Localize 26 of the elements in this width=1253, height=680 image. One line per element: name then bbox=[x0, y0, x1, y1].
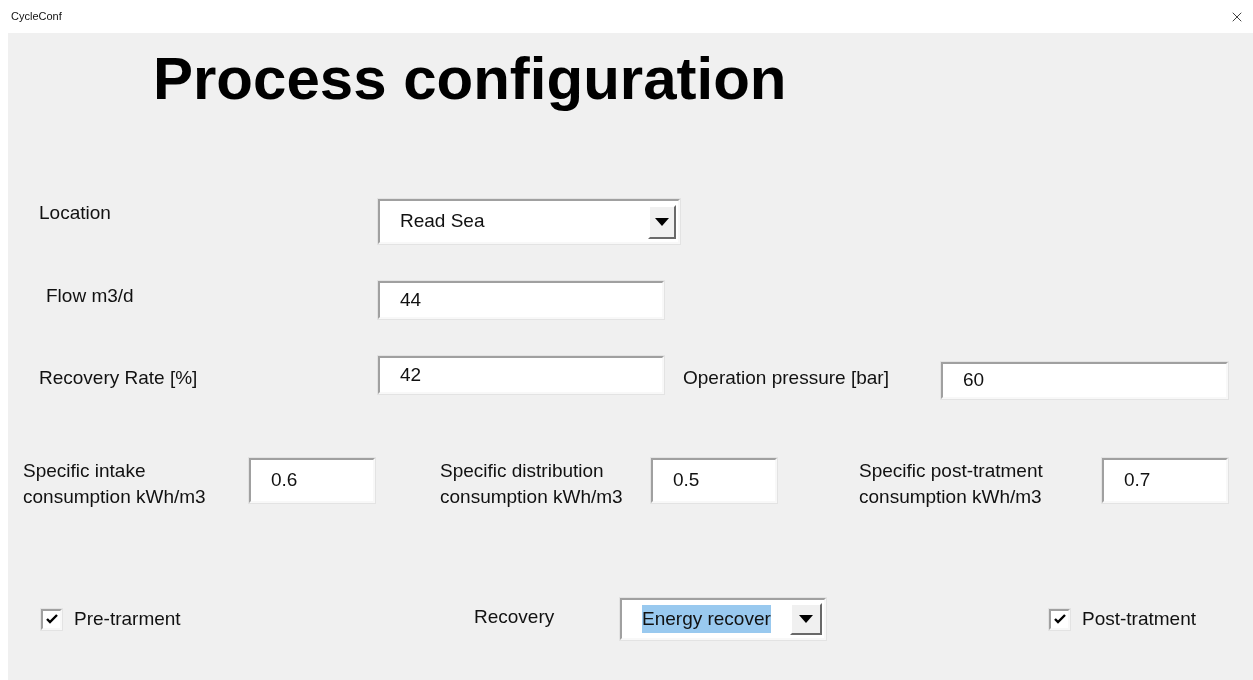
field-label: Recovery Rate [%] bbox=[39, 366, 199, 390]
recovery-dropdown[interactable]: Energy recover bbox=[620, 598, 826, 640]
checkmark-icon bbox=[1053, 614, 1066, 624]
checkbox-label: Post-tratment bbox=[1082, 606, 1197, 631]
field-label: Operation pressure [bar] bbox=[683, 366, 890, 390]
checkbox[interactable] bbox=[41, 608, 62, 630]
field-label: Specific intake consumption kWh/m3 bbox=[23, 459, 207, 509]
location-dropdown[interactable]: Read Sea bbox=[378, 199, 680, 244]
input-field[interactable]: 42 bbox=[378, 356, 664, 394]
caret-icon bbox=[799, 615, 813, 623]
input-field[interactable]: 0.6 bbox=[249, 458, 375, 503]
field-label: Specific distribution consumption kWh/m3 bbox=[440, 459, 624, 509]
checkbox-label: Pre-trarment bbox=[74, 606, 181, 631]
field-label: Specific post-tratment consumption kWh/m3 bbox=[859, 459, 1044, 509]
caret-icon bbox=[655, 217, 669, 226]
field-label: Flow m3/d bbox=[46, 283, 135, 308]
checkmark-icon bbox=[45, 614, 58, 624]
page-heading: Process configuration bbox=[153, 44, 788, 114]
input-field[interactable]: 60 bbox=[941, 362, 1228, 399]
input-field[interactable]: 44 bbox=[378, 281, 664, 319]
field-label: Location bbox=[39, 201, 112, 225]
field-label: Recovery bbox=[474, 604, 556, 629]
checkbox[interactable] bbox=[1049, 608, 1070, 630]
input-field[interactable]: 0.5 bbox=[651, 458, 777, 503]
input-field[interactable]: 0.7 bbox=[1102, 458, 1228, 503]
window-title: CycleConf bbox=[11, 9, 62, 25]
